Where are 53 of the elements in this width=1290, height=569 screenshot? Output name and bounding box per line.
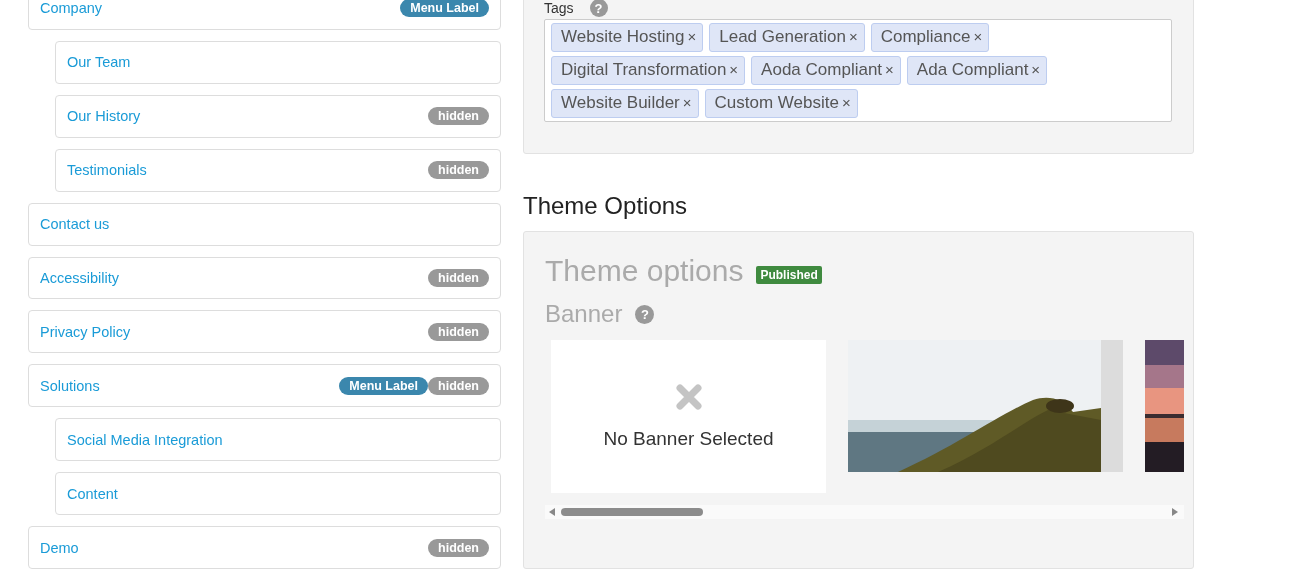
banner-label: Banner <box>545 300 623 328</box>
empty-banner-option[interactable]: No Banner Selected <box>551 340 826 493</box>
horizontal-scrollbar[interactable] <box>545 505 1184 519</box>
hidden-badge: hidden <box>428 376 489 395</box>
menu-item[interactable]: Social Media Integration <box>55 418 501 462</box>
menu-item[interactable]: Contact us <box>28 202 501 246</box>
tag-chip[interactable]: Ada Compliant × <box>906 56 1048 85</box>
tags-field[interactable]: Website Hosting × Lead Generation × Compliance × Digital Transformation × Aoda Compliant × Ada Compliant × Website Builder × Custom Website × <box>544 19 1172 122</box>
help-icon[interactable]: ? <box>589 0 608 17</box>
tag-chip[interactable]: Custom Website × <box>704 89 858 118</box>
menu-item-label[interactable]: Company <box>40 0 103 17</box>
menu-item-label[interactable]: Contact us <box>40 216 110 233</box>
menu-item-label[interactable]: Our History <box>67 108 141 125</box>
menu-item[interactable]: Accessibility hidden <box>28 256 501 300</box>
scroll-right-icon[interactable] <box>1172 508 1178 516</box>
menu-item[interactable]: Content <box>55 472 501 516</box>
help-icon[interactable]: ? <box>635 304 655 324</box>
menu-item-label[interactable]: Our Team <box>67 54 131 71</box>
menu-item[interactable]: Our Team <box>55 40 501 84</box>
scroll-left-icon[interactable] <box>549 508 555 516</box>
hidden-badge: hidden <box>428 161 489 180</box>
menu-item-label[interactable]: Privacy Policy <box>40 323 131 340</box>
tag-chip[interactable]: Compliance × <box>870 23 990 52</box>
menu-item[interactable]: Company Menu Label <box>28 0 501 30</box>
menu-item-label[interactable]: Solutions <box>40 377 100 394</box>
hidden-badge: hidden <box>428 107 489 126</box>
menu-item-label[interactable]: Accessibility <box>40 270 119 286</box>
empty-banner-text: No Banner Selected <box>603 427 774 450</box>
menu-item[interactable]: Testimonials hidden <box>55 148 501 192</box>
field-label: Tags <box>544 0 574 16</box>
tag-chip[interactable]: Digital Transformation × <box>551 56 746 85</box>
hidden-badge: hidden <box>428 322 489 341</box>
section-heading: Theme Options <box>523 192 689 220</box>
cross-icon <box>675 383 702 410</box>
tag-chip[interactable]: Website Builder × <box>551 89 699 118</box>
menu-item-label[interactable]: Testimonials <box>67 162 147 179</box>
panel-title: Theme options <box>545 254 744 288</box>
menu-item-label[interactable]: Content <box>67 485 118 502</box>
menu-label-badge: Menu Label <box>339 376 429 395</box>
menu-label-badge: Menu Label <box>400 0 489 18</box>
tag-chip[interactable]: Lead Generation × <box>709 23 865 52</box>
menu-item[interactable]: Privacy Policy hidden <box>28 310 501 354</box>
menu-item[interactable]: Our History hidden <box>55 94 501 138</box>
hidden-badge: hidden <box>428 538 489 557</box>
menu-item-label[interactable]: Demo <box>40 539 79 556</box>
status-badge: Published <box>756 266 822 284</box>
hidden-badge: hidden <box>428 269 489 287</box>
menu-item-label[interactable]: Social Media Integration <box>67 431 223 448</box>
tag-chip[interactable]: Aoda Compliant × <box>751 56 901 85</box>
menu-item[interactable]: Demo hidden <box>28 526 501 569</box>
scrollbar-thumb[interactable] <box>561 508 703 516</box>
tag-chip[interactable]: Website Hosting × <box>551 23 704 52</box>
menu-item[interactable]: Solutions Menu Label hidden <box>28 364 501 408</box>
